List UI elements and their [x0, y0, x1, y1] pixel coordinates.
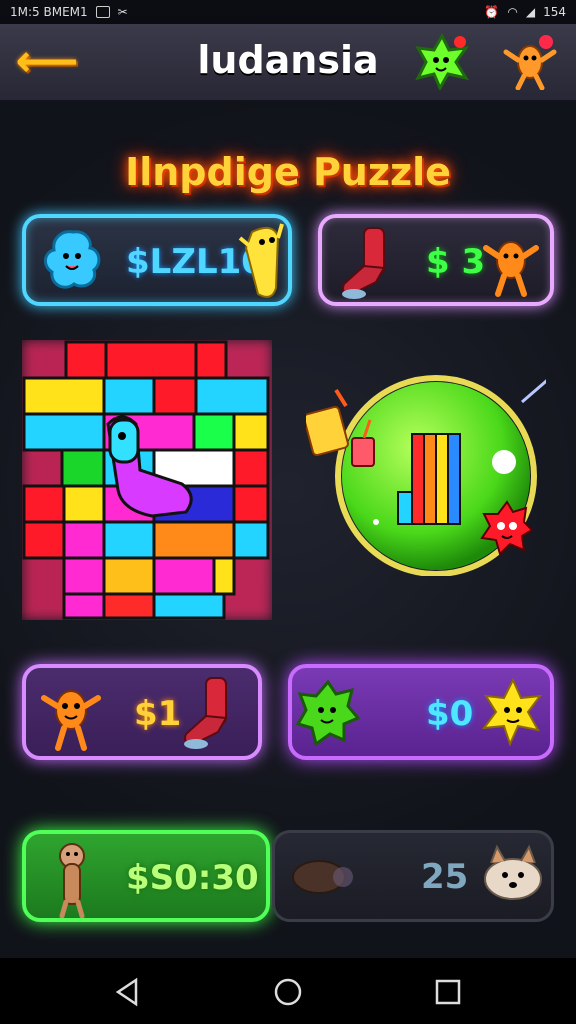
orange-creature-icon [41, 690, 101, 751]
page-title: ludansia [197, 38, 379, 82]
item-card-green[interactable]: $0 [288, 664, 554, 760]
red-splat-creature-icon [480, 500, 534, 556]
block-puzzle-board[interactable] [22, 340, 272, 620]
game-subtitle: Ilnpdige Puzzle [125, 150, 451, 194]
home-circle-icon[interactable] [272, 976, 304, 1008]
orange-creature-icon [483, 241, 539, 297]
back-triangle-icon[interactable] [112, 976, 144, 1008]
red-sock-icon [342, 227, 386, 299]
item-card-locked[interactable]: 25 [272, 830, 554, 922]
chestnut-icon [292, 860, 353, 894]
green-star-creature-icon[interactable] [412, 32, 472, 90]
green-blob-icon [295, 679, 361, 747]
yellow-creature-icon [238, 223, 284, 298]
wifi-icon: ◠ [507, 5, 518, 19]
drink-icon [306, 388, 375, 467]
recents-square-icon[interactable] [432, 976, 464, 1008]
back-arrow-icon[interactable]: ⟵ [15, 38, 78, 86]
item-card-blue-blob[interactable]: $LZL10 [22, 214, 292, 306]
battery-text: 154 [543, 5, 566, 19]
card-value: $1 [134, 694, 182, 734]
tools-icon: ✂ [117, 5, 128, 19]
top-bar: ⟵ ludansia [0, 24, 576, 102]
dog-icon [484, 844, 542, 900]
status-bar-text: 1M:5 BMEM1 [10, 5, 88, 19]
item-card-sock[interactable]: $ 3 [318, 214, 554, 306]
card-value: 25 [421, 857, 469, 897]
card-value: $S0:30 [126, 858, 259, 898]
item-card-orange[interactable]: $1 [22, 664, 262, 760]
ferret-icon [59, 843, 85, 918]
yellow-star-icon [481, 677, 543, 747]
signal-icon: ◢ [525, 5, 536, 19]
blue-blob-icon [44, 230, 101, 289]
navigation-bar [0, 958, 576, 1024]
red-sock-icon [184, 677, 228, 749]
status-bar: 1M:5 BMEM1 ✂ ⏰ ◠ ◢ 154 [0, 0, 576, 24]
alarm-icon: ⏰ [484, 5, 500, 19]
card-value: $0 [426, 694, 474, 734]
card-value: $ 3 [426, 242, 486, 282]
orange-creature-icon[interactable] [500, 32, 560, 90]
item-card-timer[interactable]: $S0:30 [22, 830, 270, 922]
notification-icon [95, 6, 110, 18]
